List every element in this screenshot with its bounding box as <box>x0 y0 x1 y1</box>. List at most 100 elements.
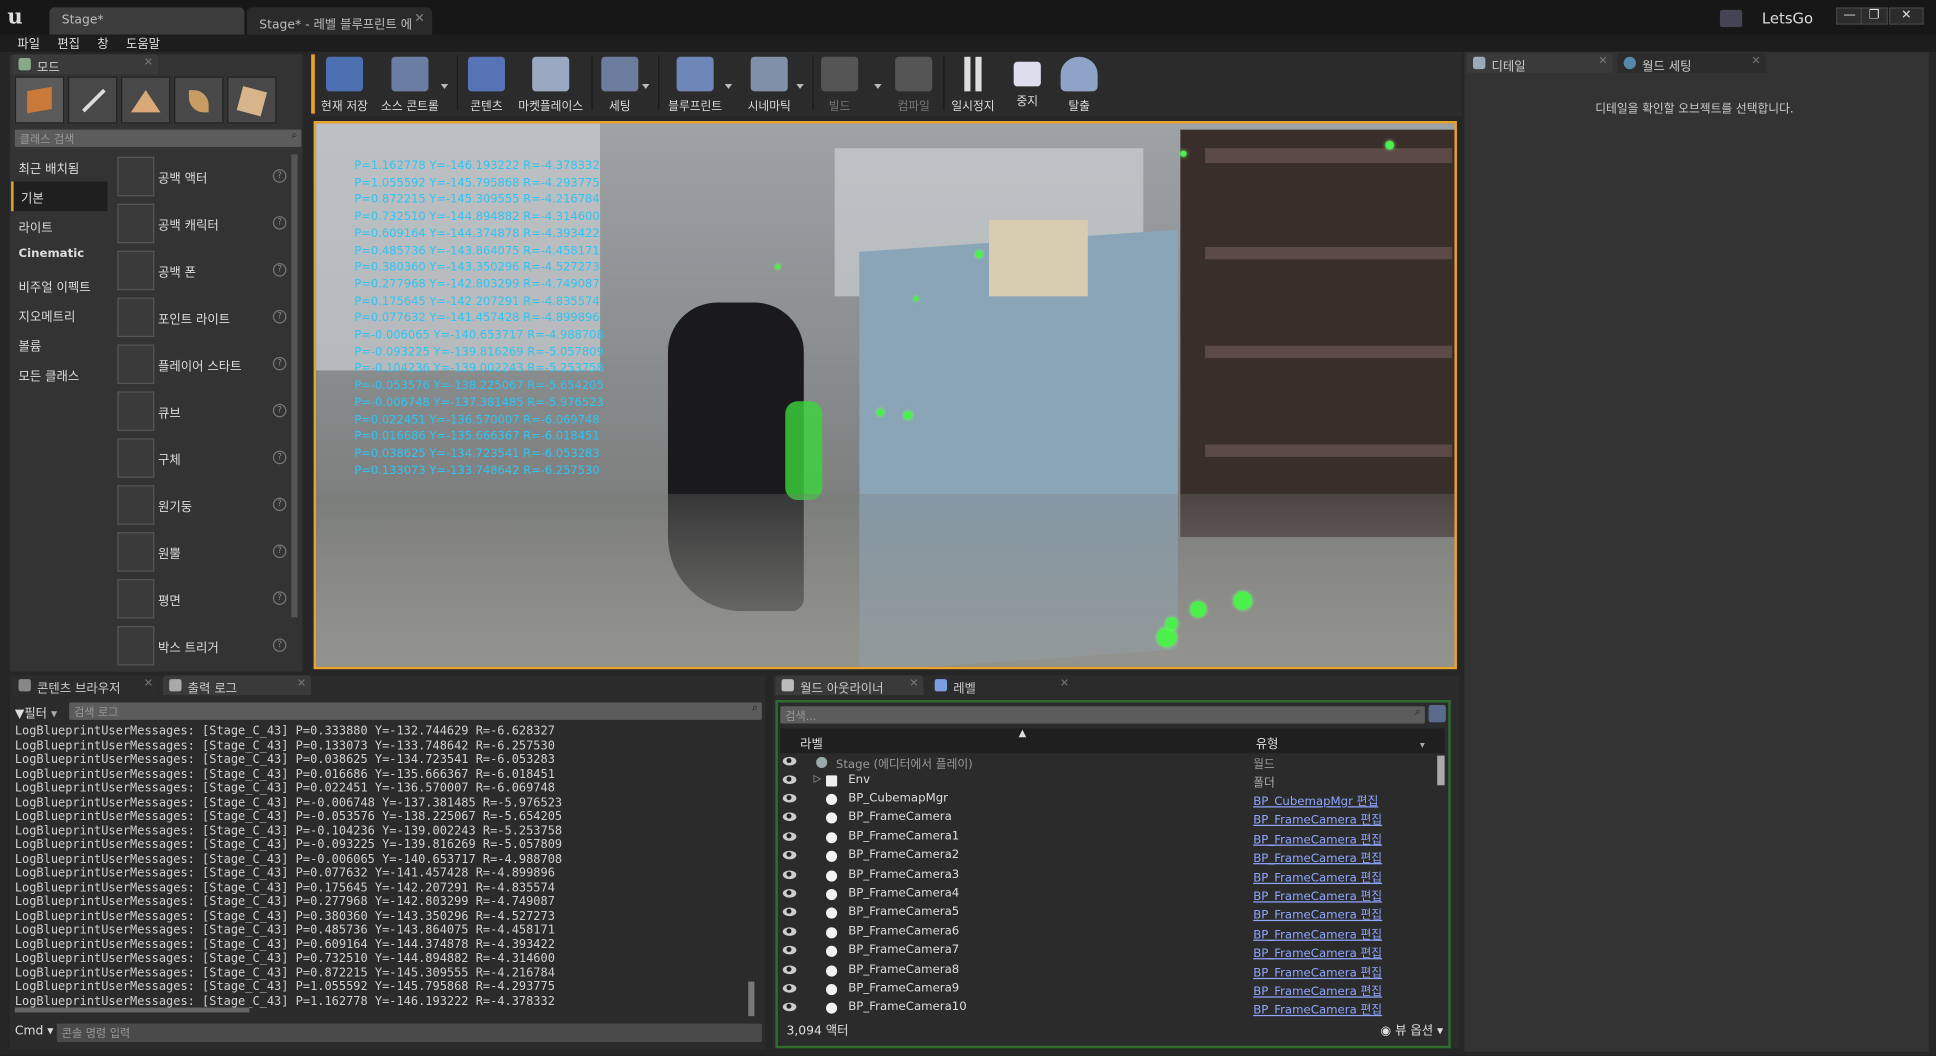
close-icon[interactable]: ✕ <box>1060 678 1069 690</box>
close-icon[interactable]: ✕ <box>297 678 306 690</box>
edit-blueprint-link[interactable]: BP_FrameCamera 편집 <box>1253 944 1382 961</box>
close-icon[interactable]: ✕ <box>909 678 918 690</box>
edit-blueprint-link[interactable]: BP_FrameCamera 편집 <box>1253 982 1382 999</box>
place-item-plane[interactable]: 평면? <box>115 577 290 624</box>
close-icon[interactable]: ✕ <box>144 678 153 690</box>
help-icon[interactable]: ? <box>272 169 287 183</box>
outliner-row[interactable]: BP_FrameCamera8 BP_FrameCamera 편집 <box>779 961 1446 980</box>
pause-button[interactable]: 일시정지 <box>948 56 997 114</box>
edit-blueprint-link[interactable]: BP_FrameCamera 편집 <box>1253 829 1382 847</box>
log-search-input[interactable]: 검색 로그 ⌕ <box>69 702 762 720</box>
place-item-player-start[interactable]: 플레이어 스타트? <box>115 342 290 389</box>
category-volumes[interactable]: 볼륨 <box>11 330 107 360</box>
menu-edit[interactable]: 편집 <box>50 37 90 54</box>
settings-button[interactable]: 세팅 <box>598 56 642 114</box>
help-icon[interactable]: ? <box>272 216 287 230</box>
unreal-logo-icon[interactable]: u <box>7 5 34 30</box>
eye-icon[interactable] <box>782 793 797 803</box>
tab-modes[interactable]: 모드 ✕ <box>12 54 159 75</box>
outliner-row[interactable]: BP_FrameCamera10 BP_FrameCamera 편집 <box>779 999 1446 1018</box>
help-icon[interactable]: ? <box>272 544 287 559</box>
help-icon[interactable]: ? <box>272 591 287 606</box>
outliner-row[interactable]: BP_FrameCamera6 BP_FrameCamera 편집 <box>779 923 1446 942</box>
help-icon[interactable]: ? <box>272 403 287 418</box>
place-item-empty-actor[interactable]: 공백 액터? <box>115 154 290 201</box>
expand-arrow-icon[interactable]: ▷ <box>814 773 822 784</box>
place-item-sphere[interactable]: 구체? <box>115 436 290 483</box>
content-button[interactable]: 콘텐츠 <box>462 56 511 114</box>
help-icon[interactable]: ? <box>272 638 287 652</box>
filter-button[interactable]: ▼필터 ▾ <box>15 703 57 721</box>
outliner-row[interactable]: BP_FrameCamera2 BP_FrameCamera 편집 <box>779 847 1446 866</box>
chevron-down-icon[interactable] <box>724 83 733 89</box>
tab-world-settings[interactable]: 월드 세팅 ✕ <box>1617 53 1766 74</box>
outliner-scrollbar[interactable] <box>1437 755 1445 786</box>
column-label[interactable]: 라벨 <box>800 733 823 752</box>
close-icon[interactable]: ✕ <box>414 12 424 26</box>
outliner-search-input[interactable]: 검색... ⌕ <box>780 706 1425 724</box>
help-icon[interactable]: ? <box>272 309 287 324</box>
outliner-row[interactable]: BP_CubemapMgr BP_CubemapMgr 편집 <box>779 790 1446 809</box>
edit-blueprint-link[interactable]: BP_FrameCamera 편집 <box>1253 867 1382 885</box>
add-filter-icon[interactable] <box>1428 705 1446 723</box>
category-recent[interactable]: 최근 배치됨 <box>11 152 107 182</box>
eye-icon[interactable] <box>782 927 797 936</box>
edit-blueprint-link[interactable]: BP_FrameCamera 편집 <box>1253 963 1382 980</box>
tab-details[interactable]: 디테일 ✕ <box>1466 53 1613 74</box>
place-item-cone[interactable]: 원뿔? <box>115 530 290 577</box>
category-all-classes[interactable]: 모든 클래스 <box>11 359 107 389</box>
place-item-empty-pawn[interactable]: 공백 폰? <box>115 248 290 295</box>
marketplace-button[interactable]: 마켓플레이스 <box>516 56 585 114</box>
eye-icon[interactable] <box>782 1003 797 1012</box>
tab-level-blueprint[interactable]: Stage* - 레벨 블루프린트 에 ✕ <box>246 7 433 35</box>
eye-icon[interactable] <box>782 888 797 898</box>
outliner-row-world[interactable]: Stage (에디터에서 플레이) 월드 <box>779 753 1446 772</box>
tab-levels[interactable]: 레벨 ✕ <box>928 675 1075 696</box>
eye-icon[interactable] <box>782 775 797 785</box>
eye-icon[interactable] <box>782 984 797 993</box>
cinematics-button[interactable]: 시네마틱 <box>741 56 798 114</box>
eye-icon[interactable] <box>782 965 797 974</box>
view-options-button[interactable]: ◉ 뷰 옵션 ▾ <box>1380 1020 1443 1039</box>
outliner-row[interactable]: BP_FrameCamera5 BP_FrameCamera 편집 <box>779 904 1446 923</box>
landscape-mode-icon[interactable] <box>121 76 171 124</box>
help-icon[interactable]: ? <box>272 497 287 512</box>
category-cinematic[interactable]: Cinematic <box>11 241 107 271</box>
chevron-down-icon[interactable] <box>874 83 882 89</box>
place-mode-icon[interactable] <box>14 76 65 124</box>
eye-icon[interactable] <box>782 756 797 766</box>
outliner-row-folder[interactable]: ▷ Env 폴더 <box>779 772 1446 790</box>
eye-icon[interactable] <box>782 907 797 917</box>
edit-blueprint-link[interactable]: BP_CubemapMgr 편집 <box>1253 791 1378 809</box>
close-icon[interactable]: ✕ <box>1751 56 1760 68</box>
source-control-button[interactable]: 소스 콘트롤 <box>378 56 442 114</box>
edit-blueprint-link[interactable]: BP_FrameCamera 편집 <box>1253 810 1382 828</box>
eye-icon[interactable] <box>782 850 797 860</box>
place-item-point-light[interactable]: 포인트 라이트? <box>115 295 290 342</box>
eye-icon[interactable] <box>782 946 797 955</box>
paint-mode-icon[interactable] <box>67 76 118 124</box>
help-icon[interactable]: ? <box>272 450 287 465</box>
geometry-mode-icon[interactable] <box>227 76 277 124</box>
save-button[interactable]: 현재 저장 <box>316 56 373 114</box>
stop-button[interactable]: 중지 <box>1005 56 1049 113</box>
column-type[interactable]: 유형 <box>1256 733 1279 752</box>
close-icon[interactable]: ✕ <box>144 57 153 69</box>
edit-blueprint-link[interactable]: BP_FrameCamera 편집 <box>1253 906 1382 923</box>
category-basic[interactable]: 기본 <box>11 181 108 212</box>
build-button[interactable]: 빌드 <box>817 56 861 114</box>
tab-output-log[interactable]: 출력 로그 ✕ <box>162 675 312 696</box>
log-scrollbar[interactable] <box>748 981 755 1017</box>
close-button[interactable]: ✕ <box>1889 7 1924 25</box>
eye-icon[interactable] <box>782 831 797 841</box>
class-search-input[interactable]: 클래스 검색 ⌕ <box>14 129 302 147</box>
outliner-row[interactable]: BP_FrameCamera3 BP_FrameCamera 편집 <box>779 866 1446 885</box>
foliage-mode-icon[interactable] <box>174 76 224 124</box>
user-name[interactable]: LetsGo <box>1762 10 1813 27</box>
menu-file[interactable]: 파일 <box>10 37 50 54</box>
cmd-dropdown[interactable]: Cmd ▾ <box>15 1025 54 1039</box>
menu-help[interactable]: 도움말 <box>119 37 170 54</box>
chevron-down-icon[interactable] <box>796 83 804 89</box>
edit-blueprint-link[interactable]: BP_FrameCamera 편집 <box>1253 848 1382 866</box>
console-command-input[interactable]: 콘솔 명령 입력 <box>56 1023 762 1043</box>
